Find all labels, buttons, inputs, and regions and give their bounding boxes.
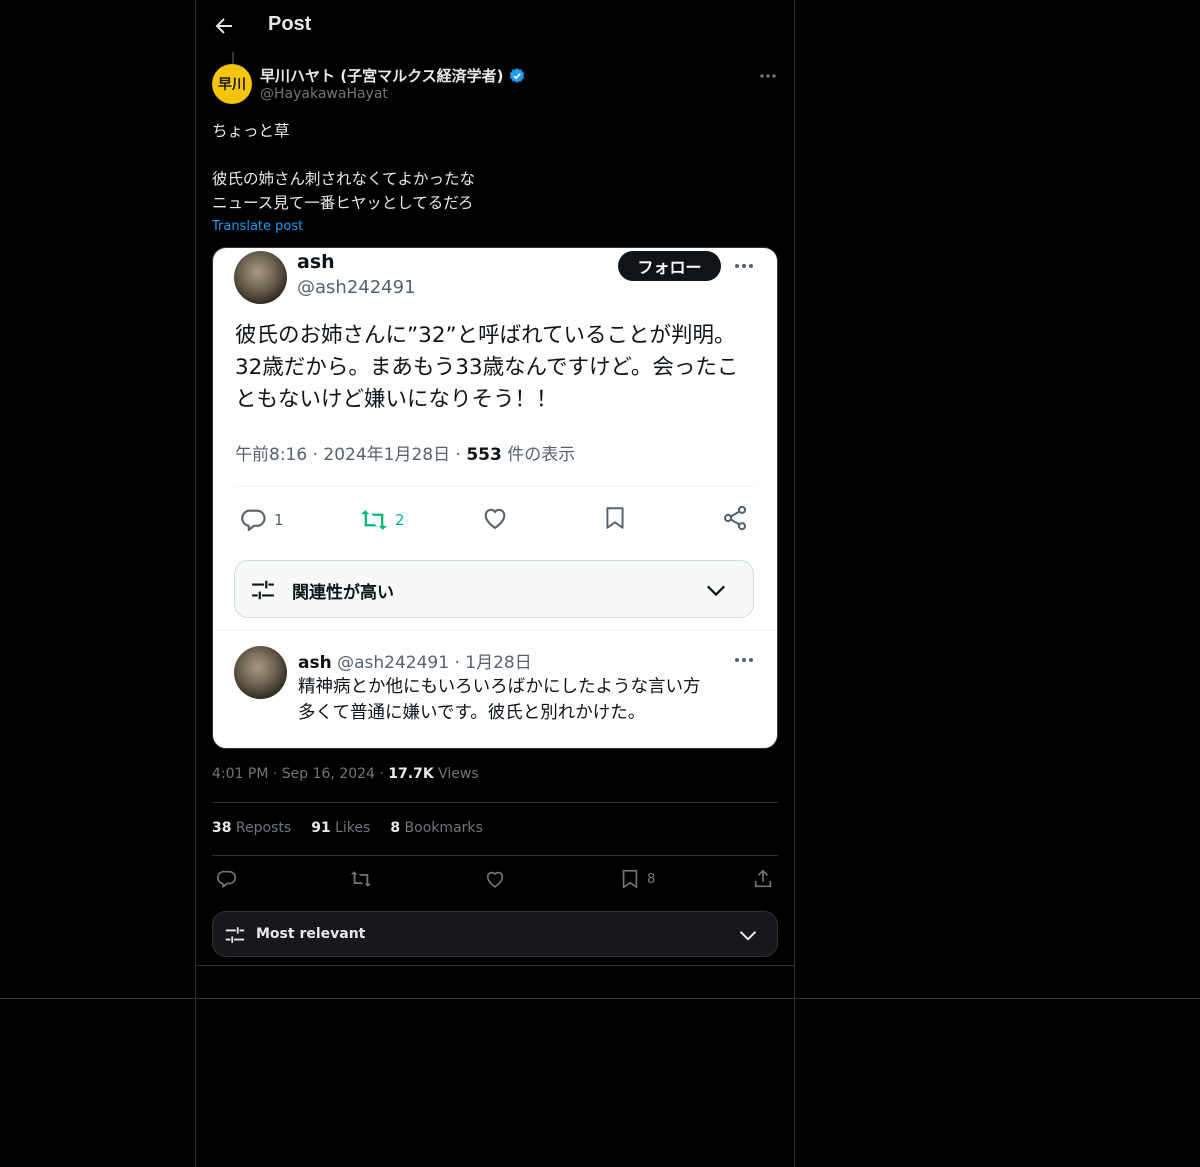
likes-count: 91 [311,820,331,836]
embedded-divider [235,486,755,487]
post-text-line: ニュース見て一番ヒヤッとしてるだろ [212,194,474,212]
share-icon [754,869,772,888]
sort-sliders-icon [252,580,274,600]
embedded-reply-line: 多くて普通に嫌いです。彼氏と別れかけた。 [298,703,646,723]
share-icon [723,505,747,531]
views-count: 17.7K [388,766,434,782]
embedded-reply-avatar [234,646,287,699]
reply-sort-dropdown[interactable]: Most relevant [212,911,778,957]
embedded-follow-button: フォロー [618,251,721,281]
author-handle[interactable]: @HayakawaHayat [260,86,388,102]
embedded-sort-label: 関連性が高い [292,583,394,603]
like-button[interactable] [484,868,506,890]
back-arrow-icon [215,18,232,34]
embedded-reply-text: 精神病とか他にもいろいろばかにしたような言い方 多くて普通に嫌いです。彼氏と別れ… [298,674,758,726]
embedded-reply-more-icon [735,658,753,662]
embedded-divider [213,630,777,631]
reposts-count: 38 [212,820,232,836]
top-header: Post [196,0,794,54]
post-text: ちょっと草 彼氏の姉さん刺されなくてよかったな ニュース見て一番ヒヤッとしてるだ… [212,119,475,215]
divider [196,965,794,966]
post-time[interactable]: 4:01 PM · Sep 16, 2024 · [212,766,388,782]
chevron-down-icon [706,585,726,597]
embedded-meta: 午前8:16 · 2024年1月28日 · 553 件の表示 [235,440,575,465]
more-button[interactable] [758,66,778,86]
embedded-reply-line: 精神病とか他にもいろいろばかにしたような言い方 [298,677,701,697]
bookmarks-stat[interactable]: 8 Bookmarks [390,820,482,836]
embedded-text-line: 彼氏のお姉さんに”32”と呼ばれていることが判明。 [235,323,736,348]
author-name[interactable]: 早川ハヤト (子宮マルクス経済学者) [260,65,504,86]
repost-icon [361,510,387,530]
post-text-gap [212,143,475,167]
more-icon [760,74,776,78]
sort-label: Most relevant [256,926,366,942]
post-text-line: 彼氏の姉さん刺されなくてよかったな [212,170,476,188]
embedded-avatar [234,251,287,304]
share-button[interactable] [752,868,774,890]
reply-button[interactable] [216,868,238,890]
author-avatar[interactable]: 早川 [212,64,252,104]
repost-button[interactable] [350,868,372,890]
bookmark-icon [622,869,638,889]
back-button[interactable] [212,14,236,38]
embedded-text-line: ともないけど嫌いになりそう！！ [235,387,558,412]
like-icon [484,508,506,530]
reply-icon [217,870,237,888]
divider [212,802,778,803]
bookmark-icon [606,507,624,529]
reply-icon [241,509,266,531]
embedded-reply-action: 1 [240,506,284,534]
author-name-row[interactable]: 早川ハヤト (子宮マルクス経済学者) [260,65,526,86]
engagement-stats: 38 Reposts 91 Likes 8 Bookmarks [212,820,483,836]
views-label: Views [433,766,479,782]
bookmarks-count: 8 [390,820,401,836]
post-image[interactable]: ash @ash242491 フォロー 彼氏のお姉さんに”32”と呼ばれているこ… [212,247,778,749]
embedded-views-label: 件の表示 [501,445,576,465]
embedded-repost-action: 2 [359,506,405,534]
embedded-reply-count: 1 [274,511,284,529]
likes-label: Likes [330,820,371,836]
main-column: Post 早川 早川ハヤト (子宮マルクス経済学者) @HayakawaHaya… [195,0,795,1167]
embedded-timestamp: 午前8:16 · 2024年1月28日 · [235,445,467,465]
embedded-views-count: 553 [466,445,502,465]
sort-sliders-icon [225,927,245,943]
embedded-author-name: ash [297,251,335,273]
post-text-line: ちょっと草 [212,122,290,140]
embedded-text-line: 32歳だから。まあもう33歳なんですけど。会ったこ [235,355,739,380]
likes-stat[interactable]: 91 Likes [311,820,370,836]
bookmarks-label: Bookmarks [400,820,483,836]
embedded-repost-count: 2 [395,511,405,529]
page-divider [0,998,1200,999]
reposts-stat[interactable]: 38 Reposts [212,820,291,836]
chevron-down-icon [739,930,757,941]
embedded-text: 彼氏のお姉さんに”32”と呼ばれていることが判明。 32歳だから。まあもう33歳… [235,320,765,416]
verified-badge-icon [509,67,524,83]
divider [212,855,778,856]
bookmark-button[interactable]: 8 [619,868,655,890]
translate-link[interactable]: Translate post [212,219,303,234]
bookmark-count: 8 [647,871,656,887]
embedded-sort-bar: 関連性が高い [234,560,754,618]
embedded-reply-header: ash @ash242491 · 1月28日 [298,648,532,673]
embedded-reply-author: ash [298,653,332,673]
like-icon [486,871,504,888]
repost-icon [350,871,372,887]
thread-line [232,52,234,64]
embedded-more-icon [735,264,753,268]
embedded-author-handle: @ash242491 [297,277,416,298]
reposts-label: Reposts [231,820,292,836]
post-timestamp: 4:01 PM · Sep 16, 2024 · 17.7K Views [212,766,479,782]
page-title: Post [268,13,312,35]
embedded-reply-meta: @ash242491 · 1月28日 [331,653,532,673]
